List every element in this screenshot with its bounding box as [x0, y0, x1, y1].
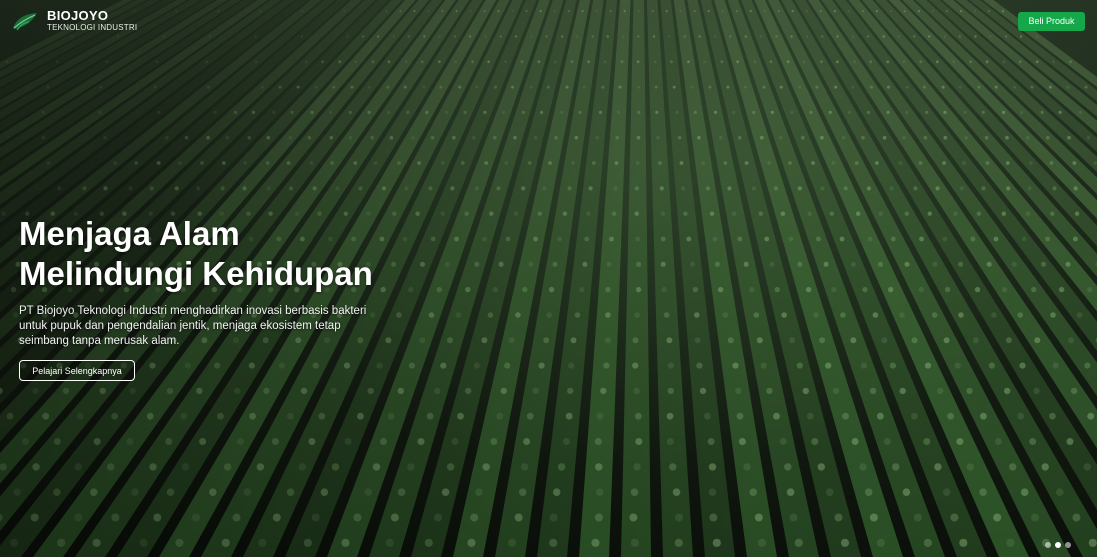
headline-line-1: Menjaga Alam — [19, 215, 240, 252]
brand-logo[interactable]: BIOJOYO TEKNOLOGI INDUSTRI — [11, 9, 137, 33]
headline-line-2: Melindungi Kehidupan — [19, 255, 373, 292]
carousel-dot-3[interactable] — [1065, 542, 1071, 548]
carousel-dot-1[interactable] — [1045, 542, 1051, 548]
hero-banner: BIOJOYO TEKNOLOGI INDUSTRI Beli Produk M… — [0, 0, 1097, 557]
carousel-dot-2[interactable] — [1055, 542, 1061, 548]
site-header: BIOJOYO TEKNOLOGI INDUSTRI Beli Produk — [0, 0, 1097, 44]
leaf-logo-icon — [11, 10, 39, 32]
hero-headline: Menjaga Alam Melindungi Kehidupan — [19, 214, 399, 294]
hero-description: PT Biojoyo Teknologi Industri menghadirk… — [19, 305, 367, 347]
carousel-indicators — [1045, 542, 1071, 548]
learn-more-button[interactable]: Pelajari Selengkapnya — [19, 360, 135, 381]
brand-subtitle: TEKNOLOGI INDUSTRI — [47, 23, 138, 32]
brand-name: BIOJOYO — [47, 8, 109, 23]
buy-product-button[interactable]: Beli Produk — [1018, 12, 1085, 31]
hero-content: Menjaga Alam Melindungi Kehidupan PT Bio… — [19, 214, 399, 381]
